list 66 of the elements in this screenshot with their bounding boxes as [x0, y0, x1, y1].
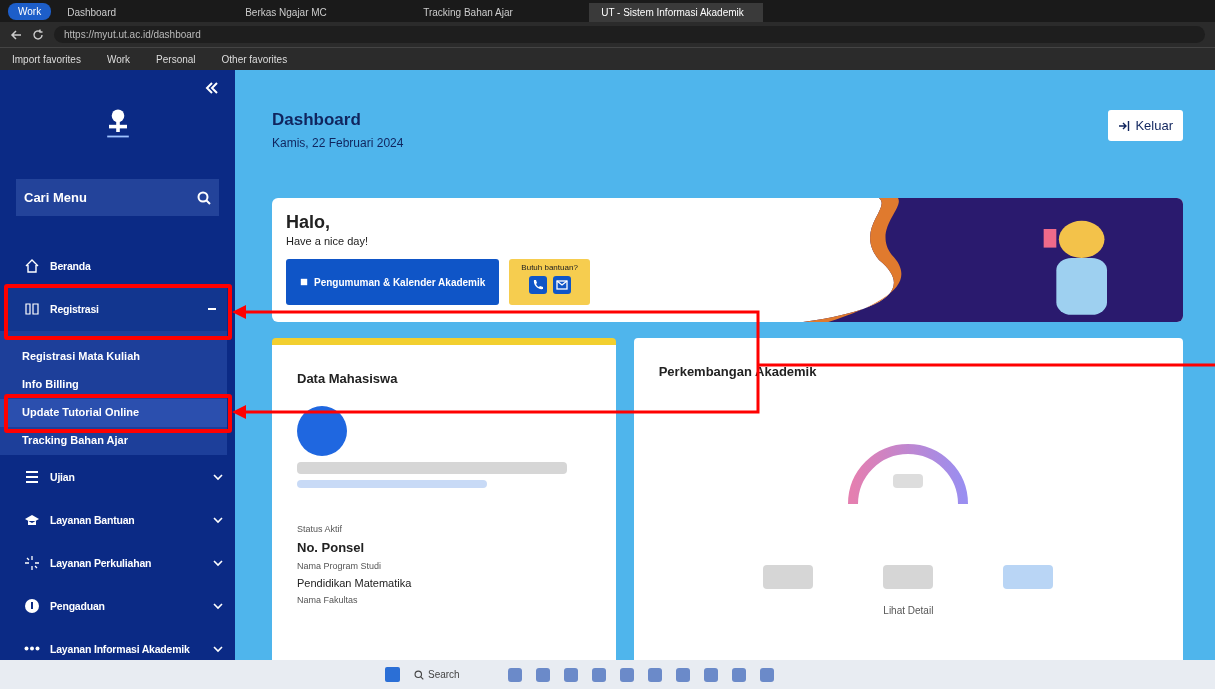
app-icon[interactable]	[620, 667, 634, 682]
field-label: Status Aktif	[297, 524, 344, 534]
detail-link[interactable]: Lihat Detail	[883, 605, 934, 616]
field-label: Nama Program Studi	[297, 561, 383, 571]
subtitle-text: Have a nice day!	[286, 235, 369, 247]
submenu-item[interactable]: Update Tutorial Online	[0, 399, 227, 427]
info-icon	[24, 597, 40, 614]
app-icon[interactable]	[592, 667, 606, 682]
double-chevron-icon[interactable]	[205, 82, 219, 94]
app-icon[interactable]	[564, 667, 578, 682]
sidebar-item[interactable]: Registrasi	[8, 287, 227, 331]
help-label: Butuh bantuan?	[521, 263, 578, 272]
bookmark-link[interactable]: Import favorites	[12, 53, 81, 65]
submenu-item[interactable]: Info Billing	[0, 371, 227, 399]
submenu-item[interactable]: Tracking Bahan Ajar	[0, 427, 227, 455]
app-icon[interactable]	[676, 667, 690, 682]
app-icon[interactable]	[704, 667, 718, 682]
app-icon[interactable]	[508, 667, 522, 682]
logout-icon	[1118, 119, 1131, 132]
app-icon[interactable]	[732, 667, 746, 682]
dots-icon	[24, 646, 40, 651]
sidebar-item[interactable]: Beranda	[0, 244, 235, 287]
sidebar-item[interactable]: Layanan Bantuan	[0, 498, 235, 541]
field-value: Pendidikan Matematika	[297, 577, 413, 589]
taskbar-search-bar[interactable]: Search	[414, 669, 494, 680]
sidebar-item[interactable]: Layanan Perkuliahan	[0, 541, 235, 584]
list-icon	[24, 468, 40, 485]
profile-button[interactable]: Work	[8, 2, 52, 20]
blurred-stat	[1003, 565, 1054, 589]
search-icon	[197, 190, 211, 205]
search-icon	[414, 669, 424, 680]
app-icon[interactable]	[760, 667, 774, 682]
mail-icon[interactable]	[552, 276, 571, 294]
browser-tab[interactable]: Berkas Ngajar MC	[233, 2, 408, 22]
start-icon[interactable]	[385, 667, 400, 682]
home-icon	[24, 257, 40, 274]
card-title: Data Mahasiswa	[297, 371, 399, 386]
browser-tab[interactable]: Tracking Bahan Ajar	[411, 2, 586, 22]
bookmark-link[interactable]: Other favorites	[221, 53, 288, 65]
greeting-text: Halo,	[286, 212, 331, 233]
sidebar-item[interactable]: Layanan Informasi Akademik	[0, 627, 235, 660]
browser-tab[interactable]: Dashboard	[55, 2, 230, 22]
search-field[interactable]: Cari Menu	[16, 179, 219, 216]
refresh-icon[interactable]	[32, 28, 44, 41]
sidebar-item[interactable]: Pengaduan	[0, 584, 235, 627]
phone-icon[interactable]	[528, 276, 547, 294]
back-icon[interactable]	[10, 28, 22, 41]
logout-button[interactable]: Keluar	[1108, 110, 1183, 141]
app-icon[interactable]	[536, 667, 550, 682]
sidebar-item[interactable]: Ujian	[0, 455, 235, 498]
avatar	[297, 406, 347, 456]
page-title: Dashboard	[272, 110, 362, 130]
blurred-stat	[763, 565, 814, 589]
field-label: Nama Fakultas	[297, 595, 359, 605]
grid-icon	[24, 301, 40, 317]
bookmark-link[interactable]: Work	[106, 53, 131, 65]
bookmark-link[interactable]: Personal	[156, 53, 196, 65]
sparkle-icon	[24, 554, 40, 571]
app-icon[interactable]	[648, 667, 662, 682]
browser-tab[interactable]: UT - Sistem Informasi Akademik	[589, 2, 764, 22]
submenu-item[interactable]: Registrasi Mata Kuliah	[0, 343, 227, 371]
announcement-button[interactable]: Pengumuman & Kalender Akademik	[286, 259, 500, 305]
address-field[interactable]: https://myut.ut.ac.id/dashboard	[54, 26, 1205, 43]
field-value: No. Ponsel	[297, 540, 366, 555]
date-text: Kamis, 22 Februari 2024	[272, 136, 404, 150]
blurred-stat	[883, 565, 934, 589]
